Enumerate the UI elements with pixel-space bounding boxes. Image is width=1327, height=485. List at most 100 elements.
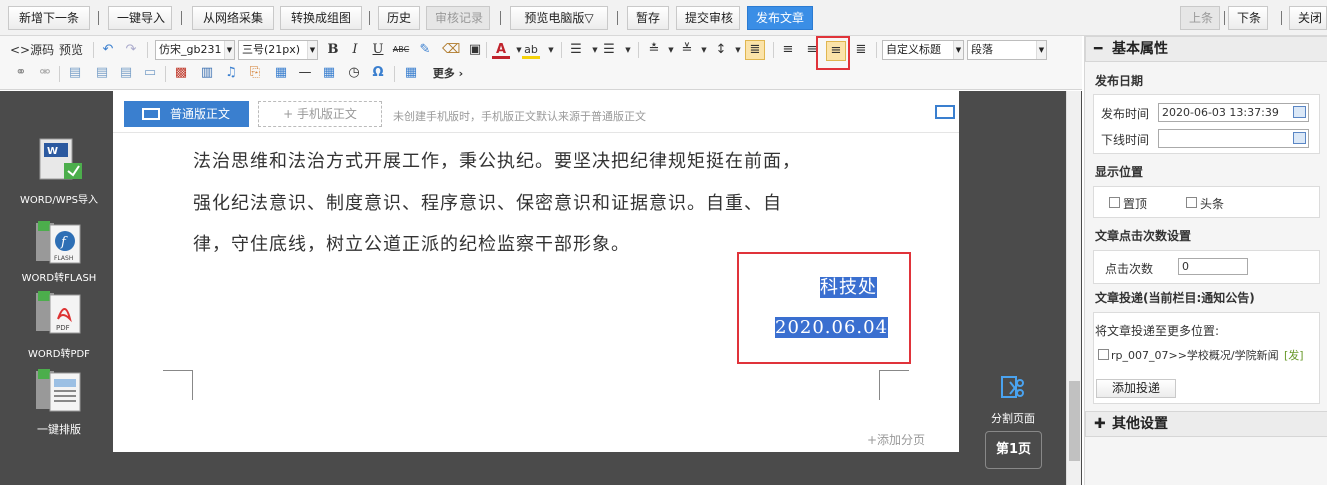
bold-icon[interactable]: B [324, 41, 342, 59]
publish-button[interactable]: 发布文章 [747, 6, 813, 30]
image-left-icon[interactable]: ▤ [66, 64, 84, 82]
tab-pc-content[interactable]: 普通版正文 [124, 101, 249, 127]
image-none-icon[interactable]: ▭ [141, 64, 159, 82]
top-action-bar: 新增下一条 一键导入 从网络采集 转换成组图 历史 审核记录 预览电脑版▽ 暂存… [0, 0, 1327, 36]
separator [561, 42, 562, 58]
date-icon[interactable]: ▦ [320, 64, 338, 82]
top-label: 置顶 [1123, 197, 1148, 211]
word-to-flash-tool[interactable]: f FLASH WORD转FLASH [14, 219, 104, 285]
chevron-down-icon[interactable]: ▼ [619, 41, 637, 59]
format-painter-icon[interactable]: ✎ [416, 41, 434, 59]
split-page-tool[interactable]: 分割页面 [985, 374, 1041, 426]
new-next-button[interactable]: 新增下一条 [8, 6, 90, 30]
clear-format-icon[interactable]: ⌫ [442, 41, 460, 59]
horizontal-rule-icon[interactable]: — [296, 64, 314, 82]
publish-date-heading: 发布日期 [1095, 74, 1144, 88]
paragraph-spacing-top-icon[interactable]: ≛ [645, 41, 663, 59]
prev-item-button[interactable]: 上条 [1180, 6, 1220, 30]
custom-title-value: 自定义标题 [886, 43, 941, 56]
ordered-list-icon[interactable]: ☰ [567, 41, 585, 59]
paragraph-spacing-bottom-icon[interactable]: ≚ [678, 41, 696, 59]
font-size-value: 三号(21px) [242, 43, 301, 56]
strikethrough-icon[interactable]: ABC [392, 41, 410, 59]
word-to-pdf-tool[interactable]: PDF WORD转PDF [14, 289, 104, 360]
submit-review-button[interactable]: 提交审核 [676, 6, 740, 30]
publish-date-box: 发布时间 2020-06-03 13:37:39 下线时间 [1093, 94, 1320, 154]
delivery-tag[interactable]: [发] [1284, 347, 1304, 363]
word-import-tool[interactable]: W WORD/WPS导入 [14, 135, 104, 207]
indent-icon[interactable]: ≣ [745, 40, 765, 60]
video-icon[interactable]: ▥ [198, 64, 216, 82]
underline-icon[interactable]: U [369, 41, 387, 59]
annotation-box [737, 252, 911, 364]
line-height-icon[interactable]: ↕ [712, 41, 730, 59]
save-draft-button[interactable]: 暂存 [627, 6, 669, 30]
font-family-select[interactable]: 仿宋_gb231 ▼ [155, 40, 235, 60]
headline-label: 头条 [1200, 197, 1225, 211]
attachment-icon[interactable]: ⎘ [246, 64, 264, 82]
more-button[interactable]: 更多 › [428, 64, 468, 84]
monitor-icon[interactable] [935, 105, 955, 119]
offline-time-input[interactable] [1158, 129, 1309, 148]
workspace-scrollbar[interactable] [1066, 91, 1081, 485]
background-color-icon[interactable]: ab [522, 41, 540, 59]
image-icon[interactable]: ▩ [172, 64, 190, 82]
paragraph-format-select[interactable]: 段落 ▼ [967, 40, 1047, 60]
web-collect-button[interactable]: 从网络采集 [192, 6, 274, 30]
basic-props-header[interactable]: ━ 基本属性 [1085, 36, 1327, 62]
scrollbar-thumb[interactable] [1069, 381, 1080, 461]
editor-page[interactable]: 普通版正文 + 手机版正文 未创建手机版时，手机版正文默认来源于普通版正文 法治… [113, 91, 959, 452]
publish-time-input[interactable]: 2020-06-03 13:37:39 [1158, 103, 1309, 122]
add-page-button[interactable]: +添加分页 [867, 431, 925, 448]
image-right-icon[interactable]: ▤ [93, 64, 111, 82]
history-button[interactable]: 历史 [378, 6, 420, 30]
unordered-list-icon[interactable]: ☰ [600, 41, 618, 59]
table-icon[interactable]: ▦ [402, 64, 420, 82]
one-click-import-button[interactable]: 一键导入 [108, 6, 172, 30]
calendar-icon[interactable] [1293, 132, 1306, 144]
pdf-icon: PDF [36, 291, 81, 334]
page-1-button[interactable]: 第1页 [985, 431, 1042, 469]
one-click-layout-tool[interactable]: 一键排版 [14, 367, 104, 437]
delivery-checkbox[interactable] [1098, 349, 1109, 360]
music-icon[interactable]: ♫ [222, 64, 240, 82]
other-settings-header[interactable]: ✚ 其他设置 [1085, 411, 1327, 437]
convert-gallery-button[interactable]: 转换成组图 [280, 6, 362, 30]
image-center-icon[interactable]: ▤ [117, 64, 135, 82]
preview-button[interactable]: 预览 [56, 40, 86, 60]
link-icon[interactable]: ⚭ [12, 64, 30, 82]
separator [638, 42, 639, 58]
top-checkbox[interactable] [1109, 197, 1120, 208]
map-icon[interactable]: ▦ [272, 64, 290, 82]
unlink-icon[interactable]: ⚮ [36, 64, 54, 82]
collapse-icon: ━ [1094, 41, 1103, 57]
align-left-icon[interactable]: ≡ [779, 41, 797, 59]
font-color-icon[interactable]: A [492, 41, 510, 59]
paste-icon[interactable]: ▣ [466, 41, 484, 59]
separator [486, 42, 487, 58]
special-char-icon[interactable]: Ω [369, 64, 387, 82]
time-icon[interactable]: ◷ [345, 64, 363, 82]
chevron-down-icon: ▼ [1036, 41, 1046, 59]
align-justify-icon[interactable]: ≣ [852, 41, 870, 59]
layout-icon [36, 369, 81, 412]
undo-icon[interactable]: ↶ [99, 41, 117, 59]
custom-title-select[interactable]: 自定义标题 ▼ [882, 40, 964, 60]
source-code-button[interactable]: <>源码 [10, 40, 54, 60]
preview-pc-button[interactable]: 预览电脑版▽ [510, 6, 608, 30]
font-size-select[interactable]: 三号(21px) ▼ [238, 40, 318, 60]
chevron-down-icon[interactable]: ▼ [695, 41, 713, 59]
italic-icon[interactable]: I [346, 41, 364, 59]
add-delivery-button[interactable]: 添加投递 [1096, 379, 1176, 398]
tab-mobile-content[interactable]: + 手机版正文 [258, 101, 382, 127]
calendar-icon[interactable] [1293, 106, 1306, 118]
annotation-box [816, 36, 850, 70]
next-item-button[interactable]: 下条 [1228, 6, 1268, 30]
headline-checkbox[interactable] [1186, 197, 1197, 208]
close-button[interactable]: 关闭 [1289, 6, 1327, 30]
redo-icon[interactable]: ↷ [122, 41, 140, 59]
chevron-down-icon[interactable]: ▼ [542, 41, 560, 59]
clicks-input[interactable]: 0 [1178, 258, 1248, 275]
audit-record-button[interactable]: 审核记录 [426, 6, 490, 30]
separator [59, 66, 60, 82]
